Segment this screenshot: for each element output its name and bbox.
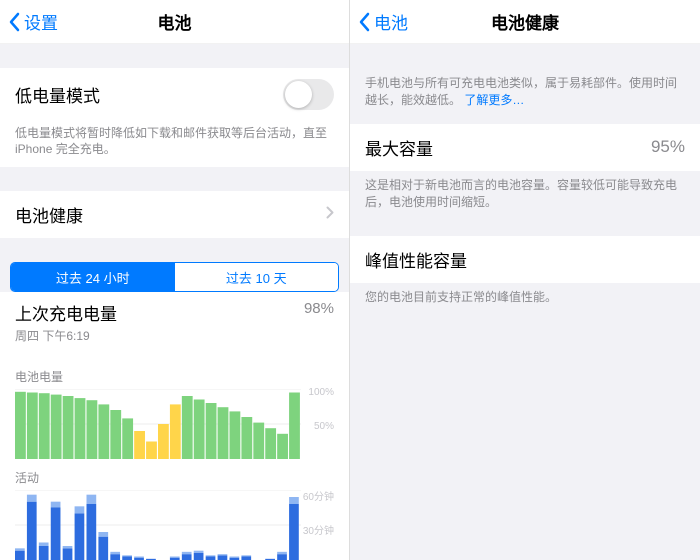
learn-more-link[interactable]: 了解更多… <box>464 93 524 107</box>
peak-perf-row: 峰值性能容量 <box>350 236 700 283</box>
peak-perf-note: 您的电池目前支持正常的峰值性能。 <box>350 283 700 316</box>
level-chart-title: 电池电量 <box>15 368 334 385</box>
intro-note: 手机电池与所有可充电电池类似，属于易耗部件。使用时间越长，能效越低。 了解更多… <box>350 68 700 110</box>
navbar: 设置 电池 <box>0 0 349 44</box>
max-capacity-row: 最大容量 95% <box>350 124 700 171</box>
level-chart-block: 电池电量 100% 50% 活动 60分钟 30分钟 <box>0 348 349 560</box>
back-button[interactable]: 设置 <box>8 9 58 34</box>
segment-24h[interactable]: 过去 24 小时 <box>11 263 175 291</box>
last-charge-row: 上次充电电量 周四 下午6:19 98% <box>0 292 349 348</box>
last-charge-time: 周四 下午6:19 <box>15 327 117 344</box>
level-ylabel-100: 100% <box>308 387 334 398</box>
max-capacity-note: 这是相对于新电池而言的电池容量。容量较低可能导致充电后，电池使用时间缩短。 <box>350 171 700 222</box>
battery-health-section: 电池健康 <box>0 191 349 238</box>
activity-ylabel-30: 30分钟 <box>303 522 334 537</box>
page-title: 电池 <box>158 9 192 34</box>
chevron-left-icon <box>358 12 370 32</box>
max-capacity-value: 95% <box>651 137 685 157</box>
back-label: 设置 <box>24 9 58 34</box>
max-capacity-label: 最大容量 <box>365 135 433 160</box>
navbar: 电池 电池健康 <box>350 0 700 44</box>
activity-chart-title: 活动 <box>15 469 334 486</box>
low-power-switch[interactable] <box>283 79 334 110</box>
page-title: 电池健康 <box>491 9 559 34</box>
battery-health-screen: 电池 电池健康 手机电池与所有可充电电池类似，属于易耗部件。使用时间越长，能效越… <box>350 0 700 560</box>
battery-health-row[interactable]: 电池健康 <box>0 191 349 238</box>
max-capacity-section: 最大容量 95% <box>350 124 700 171</box>
level-chart: 100% 50% <box>15 389 334 459</box>
activity-ylabel-60: 60分钟 <box>303 488 334 503</box>
back-label: 电池 <box>374 9 408 34</box>
time-range-segment[interactable]: 过去 24 小时 过去 10 天 <box>10 262 339 292</box>
activity-chart: 60分钟 30分钟 <box>15 490 334 560</box>
last-charge-value: 98% <box>304 300 334 317</box>
level-ylabel-50: 50% <box>314 421 334 432</box>
battery-health-label: 电池健康 <box>15 202 83 227</box>
peak-perf-label: 峰值性能容量 <box>365 247 467 272</box>
low-power-section: 低电量模式 低电量模式将暂时降低如下载和邮件获取等后台活动，直至 iPhone … <box>0 68 349 167</box>
low-power-row[interactable]: 低电量模式 <box>0 68 349 121</box>
last-charge-title: 上次充电电量 <box>15 300 117 325</box>
low-power-label: 低电量模式 <box>15 82 100 107</box>
low-power-desc: 低电量模式将暂时降低如下载和邮件获取等后台活动，直至 iPhone 完全充电。 <box>0 121 349 167</box>
back-button[interactable]: 电池 <box>358 9 408 34</box>
peak-perf-section: 峰值性能容量 <box>350 236 700 283</box>
segment-10d[interactable]: 过去 10 天 <box>175 263 339 291</box>
battery-screen: 设置 电池 低电量模式 低电量模式将暂时降低如下载和邮件获取等后台活动，直至 i… <box>0 0 350 560</box>
chevron-right-icon <box>326 206 334 224</box>
chevron-left-icon <box>8 12 20 32</box>
